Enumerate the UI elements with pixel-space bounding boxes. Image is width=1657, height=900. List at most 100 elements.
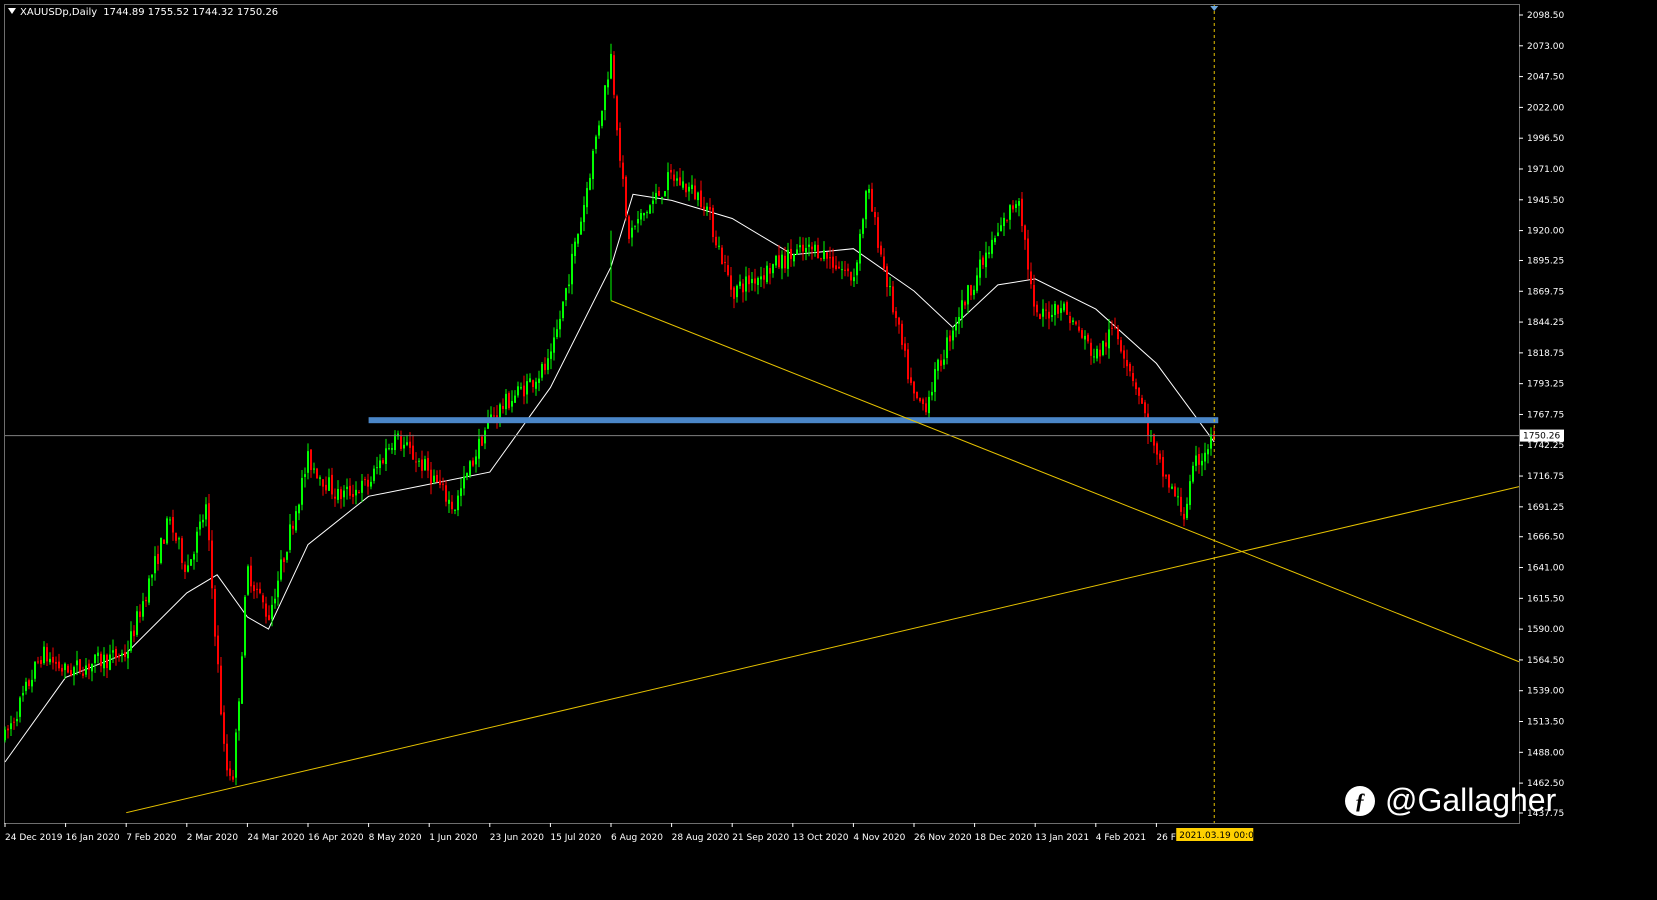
candle-body bbox=[1042, 308, 1044, 317]
dropdown-triangle-icon[interactable] bbox=[8, 8, 16, 14]
candle-body bbox=[151, 574, 153, 578]
candle-body bbox=[646, 212, 648, 214]
candle-body bbox=[67, 665, 69, 673]
candle-body bbox=[355, 489, 357, 496]
candle-body bbox=[493, 415, 495, 417]
candle-body bbox=[1144, 402, 1146, 414]
candle-body bbox=[331, 474, 333, 495]
candle-body bbox=[865, 191, 867, 220]
candle-body bbox=[859, 233, 861, 264]
candle-body bbox=[217, 635, 219, 665]
candle-body bbox=[1195, 455, 1197, 466]
y-tick-label: 2073.00 bbox=[1527, 42, 1564, 52]
candle-body bbox=[733, 287, 735, 299]
candle-body bbox=[1105, 342, 1107, 347]
candle-body bbox=[829, 257, 831, 259]
candle-body bbox=[982, 257, 984, 265]
price-chart[interactable]: 2098.50 2073.00 2047.50 2022.00 1996.50 1971.… bbox=[0, 0, 1657, 900]
candle-body bbox=[1129, 363, 1131, 372]
candle-body bbox=[454, 509, 456, 511]
candle-body bbox=[694, 185, 696, 200]
candle-body bbox=[592, 150, 594, 180]
candle-body bbox=[1108, 329, 1110, 349]
moving-average-line bbox=[4, 193, 1215, 763]
candle-body bbox=[670, 169, 672, 173]
candle-body bbox=[1084, 335, 1086, 340]
y-tick-label: 1590.00 bbox=[1527, 625, 1564, 635]
x-tick-label: 23 Jun 2020 bbox=[490, 833, 544, 843]
candle-body bbox=[811, 246, 813, 250]
y-tick-label: 1818.75 bbox=[1527, 349, 1564, 359]
candle-body bbox=[649, 205, 651, 214]
cursor-date-label: 2021.03.19 00:00 bbox=[1179, 831, 1260, 841]
candle-body bbox=[295, 511, 297, 531]
candle-body bbox=[682, 181, 684, 188]
candle-body bbox=[277, 580, 279, 598]
candle-body bbox=[88, 663, 90, 670]
candle-body bbox=[172, 517, 174, 533]
candle-body bbox=[625, 176, 627, 217]
candle-body bbox=[190, 559, 192, 566]
candle-body bbox=[805, 247, 807, 253]
x-tick-label: 16 Apr 2020 bbox=[308, 833, 364, 843]
candle-body bbox=[799, 245, 801, 248]
candle-body bbox=[352, 494, 354, 497]
candle-body bbox=[1063, 303, 1065, 311]
candle-body bbox=[628, 216, 630, 239]
candle-body bbox=[655, 192, 657, 200]
candle-body bbox=[10, 723, 12, 730]
candle-body bbox=[1015, 204, 1017, 208]
candle-body bbox=[301, 477, 303, 505]
candle-body bbox=[298, 504, 300, 514]
candle-body bbox=[463, 476, 465, 489]
candle-body bbox=[514, 395, 516, 403]
x-tick-label: 24 Mar 2020 bbox=[247, 833, 304, 843]
y-tick-label: 1895.25 bbox=[1527, 256, 1564, 266]
candle-body bbox=[994, 238, 996, 243]
candle-body bbox=[451, 501, 453, 510]
candle-body bbox=[25, 681, 27, 691]
candle-body bbox=[1033, 285, 1035, 307]
candle-body bbox=[37, 661, 39, 663]
candle-body bbox=[583, 205, 585, 223]
candle-body bbox=[469, 461, 471, 476]
candle-body bbox=[250, 565, 252, 587]
candle-body bbox=[787, 249, 789, 269]
candle-body bbox=[541, 363, 543, 378]
candle-body bbox=[754, 278, 756, 284]
candle-body bbox=[1117, 328, 1119, 340]
candle-body bbox=[559, 318, 561, 330]
candle-body bbox=[499, 404, 501, 418]
candle-body bbox=[445, 485, 447, 502]
candle-body bbox=[766, 265, 768, 283]
candle-body bbox=[22, 692, 24, 696]
candle-body bbox=[55, 661, 57, 664]
candle-body bbox=[1180, 496, 1182, 512]
candle-body bbox=[220, 665, 222, 715]
candle-body bbox=[1090, 342, 1092, 356]
candle-body bbox=[838, 266, 840, 269]
candle-body bbox=[394, 434, 396, 451]
candle-body bbox=[361, 480, 363, 493]
x-tick-label: 13 Oct 2020 bbox=[793, 833, 849, 843]
candle-body bbox=[418, 460, 420, 462]
candles-layer bbox=[4, 43, 1215, 786]
candle-body bbox=[208, 503, 210, 541]
candle-body bbox=[817, 244, 819, 259]
candle-body bbox=[43, 646, 45, 664]
candle-body bbox=[1030, 271, 1032, 285]
candle-body bbox=[4, 729, 6, 741]
candle-body bbox=[424, 459, 426, 471]
candle-body bbox=[889, 286, 891, 288]
chart-area[interactable]: 2098.50 2073.00 2047.50 2022.00 1996.50 1971.… bbox=[0, 0, 1657, 900]
trendlines-layer bbox=[5, 5, 1520, 823]
y-tick-label: 1488.00 bbox=[1527, 748, 1564, 758]
candle-body bbox=[568, 284, 570, 287]
candle-body bbox=[832, 256, 834, 268]
candle-body bbox=[1006, 219, 1008, 221]
candle-body bbox=[613, 55, 615, 95]
candle-body bbox=[139, 611, 141, 618]
candle-body bbox=[94, 654, 96, 664]
candle-body bbox=[721, 247, 723, 265]
candle-body bbox=[202, 519, 204, 523]
